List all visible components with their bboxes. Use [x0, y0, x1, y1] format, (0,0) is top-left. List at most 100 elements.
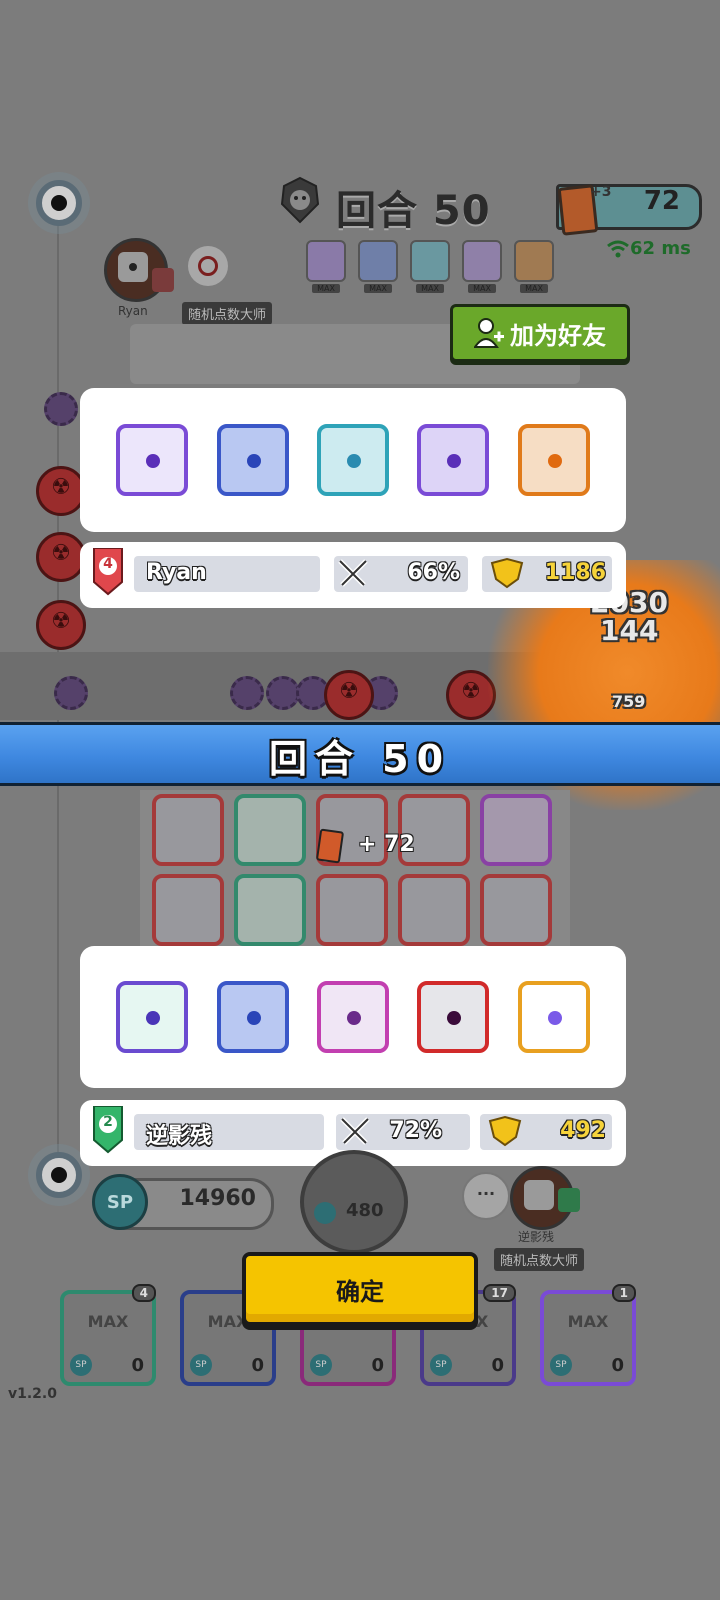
opponent-rank-badge-icon: [152, 268, 174, 292]
trophy-icon: [488, 1115, 522, 1147]
deck-card-max-label: MAX: [87, 1312, 129, 1331]
die-pip: [547, 454, 562, 468]
die-pip: [547, 1011, 562, 1025]
bottom-player-dice-row: [80, 946, 626, 1088]
mini-die: MAX: [358, 240, 398, 293]
top-player-stat-bar: 4 Ryan 66% 1186: [80, 542, 626, 608]
avatar-die-icon: [118, 252, 148, 282]
player-board: [140, 790, 570, 960]
die-pip: [447, 454, 462, 468]
mini-die: MAX: [514, 240, 554, 293]
player-title: 随机点数大师: [494, 1248, 585, 1271]
sp-coin-icon: SP: [70, 1354, 92, 1376]
deck-card-count: 0: [131, 1355, 144, 1376]
die-pip: [146, 1011, 161, 1025]
gear-enemy-icon: [266, 676, 300, 710]
deck-card-level: 17: [483, 1284, 516, 1302]
opponent-title: 随机点数大师: [182, 302, 273, 325]
deck-card-level: 1: [611, 1284, 636, 1302]
bottom-portal-icon: [36, 1152, 82, 1198]
mini-max: MAX: [364, 284, 392, 293]
board-die[interactable]: [234, 794, 306, 866]
magenta-sword-die-icon: [316, 981, 389, 1053]
purple-dragon-die-icon: [116, 424, 189, 496]
bottom-rank-number: 2: [103, 1114, 113, 1130]
deck-card-count: 0: [491, 1355, 504, 1376]
deck-card[interactable]: MAX SP 0 4: [60, 1284, 156, 1386]
top-win-rate: 66%: [407, 560, 460, 585]
ping-readout: 62 ms: [630, 238, 691, 259]
add-person-icon: [474, 318, 504, 348]
player-name-small: 逆影残: [518, 1230, 555, 1244]
hazard-icon: [324, 670, 374, 720]
confirm-button[interactable]: 确定: [242, 1252, 478, 1326]
mini-blue-die-icon: [358, 240, 398, 282]
player-rank-badge-icon: [558, 1188, 580, 1212]
reward-card-icon: [315, 828, 345, 864]
summon-cost: 480: [346, 1200, 384, 1221]
board-die[interactable]: [480, 874, 552, 946]
sp-balance: 14960: [179, 1186, 256, 1211]
mini-violet-die-icon: [462, 240, 502, 282]
rainbow-die-icon: [517, 981, 590, 1053]
board-die[interactable]: [152, 874, 224, 946]
opponent-mini-deck: MAX MAX MAX MAX MAX: [306, 240, 554, 293]
deck-card-level: 4: [131, 1284, 156, 1302]
sp-coin-icon: SP: [92, 1174, 148, 1230]
gear-enemy-icon: [44, 392, 78, 426]
mini-die: MAX: [306, 240, 346, 293]
die-pip: [246, 1011, 261, 1025]
die-pip: [346, 1011, 361, 1025]
deck-card[interactable]: MAX SP 0 1: [540, 1284, 636, 1386]
top-portal-icon: [36, 180, 82, 226]
block-emote-icon[interactable]: [188, 246, 228, 286]
sp-coin-icon: SP: [310, 1354, 332, 1376]
trophy-icon: [490, 557, 524, 589]
hazard-icon: [36, 532, 86, 582]
mini-max: MAX: [468, 284, 496, 293]
mini-purple-die-icon: [306, 240, 346, 282]
die-pip: [447, 1011, 462, 1025]
add-friend-button[interactable]: 加为好友: [450, 304, 630, 362]
top-player-dice-row: [80, 388, 626, 532]
mini-max: MAX: [416, 284, 444, 293]
board-die[interactable]: [234, 874, 306, 946]
version-label: v1.2.0: [8, 1386, 57, 1402]
board-die[interactable]: [316, 874, 388, 946]
gear-enemy-icon: [230, 676, 264, 710]
sp-coin-icon: SP: [190, 1354, 212, 1376]
opponent-name-small: Ryan: [118, 304, 148, 318]
player-avatar-die-icon: [524, 1180, 554, 1210]
orange-sun-die-icon: [517, 424, 590, 496]
deck-card-count: 0: [371, 1355, 384, 1376]
bottom-win-rate: 72%: [389, 1118, 442, 1143]
die-pip: [346, 454, 361, 468]
blue-gear-die-icon: [216, 981, 289, 1053]
top-player-name: Ryan: [146, 560, 207, 585]
wifi-icon: [607, 240, 629, 258]
add-friend-label: 加为好友: [510, 321, 606, 350]
board-die[interactable]: [398, 874, 470, 946]
die-pip: [146, 454, 161, 468]
teal-vortex-die-icon: [316, 424, 389, 496]
gold-value: 72: [643, 186, 680, 216]
board-die[interactable]: [152, 794, 224, 866]
gear-enemy-icon: [54, 676, 88, 710]
board-die[interactable]: [480, 794, 552, 866]
emote-button[interactable]: ···: [462, 1172, 510, 1220]
violet-web-die-icon: [417, 424, 490, 496]
red-blade-die-icon: [417, 981, 490, 1053]
damage-number: 144: [600, 614, 659, 647]
mini-die: MAX: [410, 240, 450, 293]
teal-hands-die-icon: [116, 981, 189, 1053]
lion-emblem-icon: [280, 176, 320, 224]
mini-teal-die-icon: [410, 240, 450, 282]
damage-number: 759: [612, 692, 646, 711]
top-player-deck-panel: [80, 388, 626, 532]
sp-coin-icon: SP: [430, 1354, 452, 1376]
blue-gear-die-icon: [216, 424, 289, 496]
mini-max: MAX: [520, 284, 548, 293]
summon-sp-icon: [314, 1202, 336, 1224]
sp-coin-icon: SP: [550, 1354, 572, 1376]
die-pip: [246, 454, 261, 468]
